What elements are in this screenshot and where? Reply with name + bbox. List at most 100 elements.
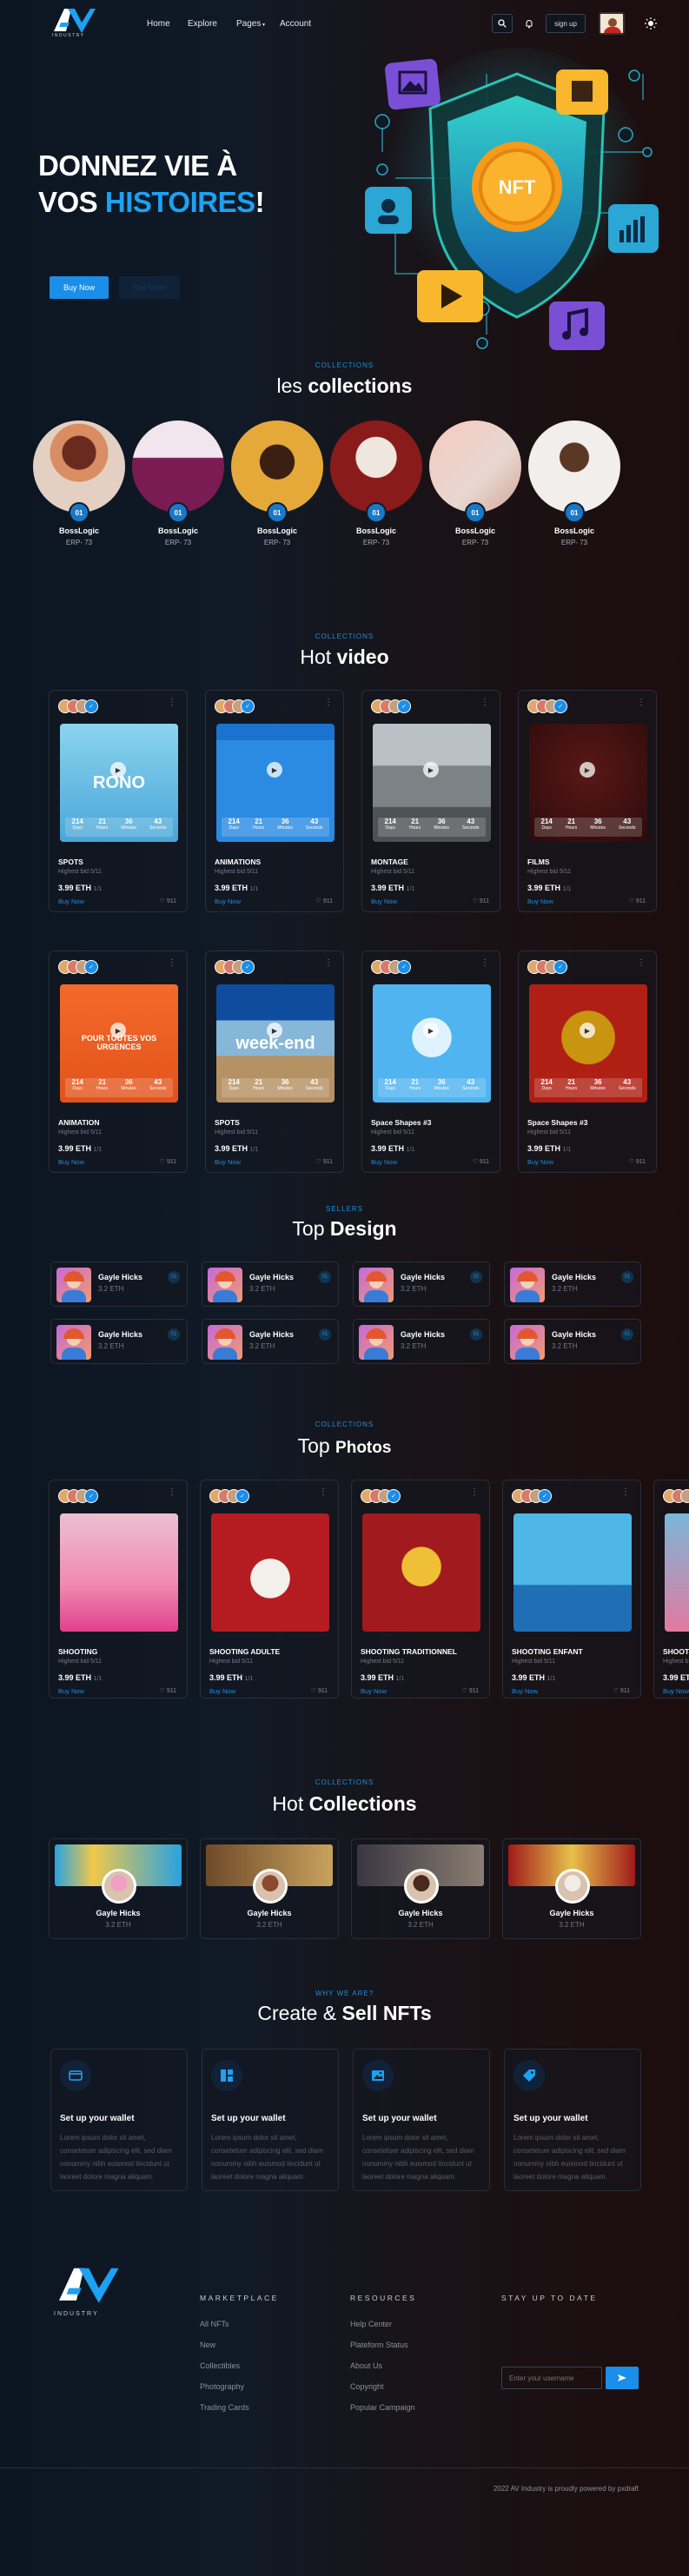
nft-title[interactable]: Space Shapes #3 xyxy=(527,1118,587,1127)
buy-now-link[interactable]: Buy Now xyxy=(58,897,84,905)
nft-thumbnail[interactable]: ▶ 214 Days 21 Hours 36 Minutes 43 Seconds xyxy=(529,984,647,1103)
footer-link[interactable]: Collectibles xyxy=(200,2361,240,2370)
collection-card[interactable]: Gayle Hicks 3.2 ETH xyxy=(200,1838,339,1939)
nft-title[interactable]: ANIMATIONS xyxy=(215,858,261,866)
buy-now-link[interactable]: Buy Now xyxy=(58,1158,84,1166)
play-icon[interactable]: ▶ xyxy=(110,762,126,778)
nft-title[interactable]: SHOOTING ADULTE xyxy=(209,1647,280,1656)
seller-avatar[interactable] xyxy=(208,1268,242,1302)
buy-now-link[interactable]: Buy Now xyxy=(209,1687,235,1695)
nft-card[interactable]: ✓ ⋮ ▶ 214 Days 21 Hours 36 Minutes 43 Seconds FILMS… xyxy=(518,690,657,912)
nft-card[interactable]: ✓ ⋮ ▶ 214 Days 21 Hours 36 Minutes 43 Seconds Space… xyxy=(361,950,500,1173)
nft-title[interactable]: SHOOTING TRADITIONNEL xyxy=(361,1647,457,1656)
seller-avatar[interactable] xyxy=(359,1325,394,1360)
like-button[interactable]: ♡ 911 xyxy=(473,1158,489,1165)
nft-thumbnail[interactable] xyxy=(665,1513,689,1632)
play-icon[interactable]: ▶ xyxy=(267,762,282,778)
like-button[interactable]: ♡ 911 xyxy=(629,1158,646,1165)
nft-card[interactable]: ✓ ⋮ SHOOTING ADULTE Highest bid 5/11 3.99 ET… xyxy=(200,1480,339,1699)
footer-link[interactable]: Trading Cards xyxy=(200,2403,249,2412)
collection-name[interactable]: BossLogic xyxy=(231,526,323,535)
play-icon[interactable]: ▶ xyxy=(580,762,595,778)
footer-link[interactable]: Copyright xyxy=(350,2382,384,2391)
collection-avatar[interactable] xyxy=(429,421,521,513)
nft-card[interactable]: ✓⋮SHOOTINGHighest bid 5/113.99 ETH 1/1Bu… xyxy=(49,1480,188,1699)
play-icon[interactable]: ▶ xyxy=(423,1023,439,1038)
seller-card[interactable]: Gayle Hicks 3.2 ETH 01 xyxy=(504,1262,641,1307)
nft-card[interactable]: ✓ ⋮ RONO ▶ 214 Days 21 Hours 36 Minutes 43 Seconds S… xyxy=(49,690,188,912)
more-options-icon[interactable]: ⋮ xyxy=(168,958,176,968)
nft-card[interactable]: ✓⋮SHOOTINGHighest bid 5/113.99 ETH 1/1Bu… xyxy=(653,1480,689,1699)
seller-card[interactable]: Gayle Hicks 3.2 ETH 01 xyxy=(353,1319,490,1364)
like-button[interactable]: ♡ 911 xyxy=(629,897,646,904)
nft-card[interactable]: ✓ ⋮ POUR TOUTES VOS URGENCES ▶ 214 Days 21 Hour… xyxy=(49,950,188,1173)
nft-thumbnail[interactable]: POUR TOUTES VOS URGENCES ▶ 214 Days 21 Hours 3… xyxy=(60,984,178,1103)
hero-see-more-button[interactable]: See More xyxy=(119,276,180,299)
like-button[interactable]: ♡ 911 xyxy=(316,1158,333,1165)
nav-explore[interactable]: Explore xyxy=(188,19,217,29)
buy-now-link[interactable]: Buy Now xyxy=(512,1687,538,1695)
owner-avatar[interactable] xyxy=(680,1489,689,1503)
nft-card[interactable]: ✓ ⋮ ▶ 214 Days 21 Hours 36 Minutes 43 Seconds Space… xyxy=(518,950,657,1173)
play-icon[interactable]: ▶ xyxy=(110,1023,126,1038)
seller-name[interactable]: Gayle Hicks xyxy=(552,1330,596,1339)
collection-name[interactable]: Gayle Hicks xyxy=(503,1909,640,1917)
footer-link[interactable]: All NFTs xyxy=(200,2320,229,2328)
collection-name[interactable]: Gayle Hicks xyxy=(352,1909,489,1917)
nft-thumbnail[interactable]: week-end ▶ 214 Days 21 Hours 36 Minutes 43 Second… xyxy=(216,984,335,1103)
newsletter-email-input[interactable] xyxy=(501,2367,602,2389)
footer-link[interactable]: Photography xyxy=(200,2382,244,2391)
signup-button[interactable]: sign up xyxy=(546,14,586,33)
footer-link[interactable]: About Us xyxy=(350,2361,382,2370)
more-options-icon[interactable]: ⋮ xyxy=(480,958,489,968)
seller-name[interactable]: Gayle Hicks xyxy=(401,1330,445,1339)
seller-avatar[interactable] xyxy=(56,1268,91,1302)
seller-card[interactable]: Gayle Hicks 3.2 ETH 01 xyxy=(50,1262,188,1307)
seller-name[interactable]: Gayle Hicks xyxy=(98,1330,142,1339)
nft-title[interactable]: SHOOTING xyxy=(58,1647,97,1656)
collection-avatar[interactable] xyxy=(253,1869,288,1904)
newsletter-submit-button[interactable] xyxy=(606,2367,639,2389)
buy-now-link[interactable]: Buy Now xyxy=(215,1158,241,1166)
footer-link[interactable]: Plateform Status xyxy=(350,2341,408,2349)
seller-card[interactable]: Gayle Hicks 3.2 ETH 01 xyxy=(202,1319,339,1364)
nft-thumbnail[interactable]: ▶ 214 Days 21 Hours 36 Minutes 43 Seconds xyxy=(373,984,491,1103)
nft-card[interactable]: ✓ ⋮ SHOOTING TRADITIONNEL Highest bid 5/11 3… xyxy=(351,1480,490,1699)
hero-buy-button[interactable]: Buy Now xyxy=(50,276,109,299)
collection-name[interactable]: Gayle Hicks xyxy=(201,1909,338,1917)
seller-avatar[interactable] xyxy=(359,1268,394,1302)
seller-card[interactable]: Gayle Hicks 3.2 ETH 01 xyxy=(353,1262,490,1307)
more-options-icon[interactable]: ⋮ xyxy=(621,1487,630,1497)
like-button[interactable]: ♡ 911 xyxy=(462,1687,479,1694)
nav-home[interactable]: Home xyxy=(147,19,170,29)
search-button[interactable] xyxy=(492,14,513,33)
seller-name[interactable]: Gayle Hicks xyxy=(249,1273,294,1281)
play-icon[interactable]: ▶ xyxy=(580,1023,595,1038)
more-options-icon[interactable]: ⋮ xyxy=(324,958,333,968)
nft-title[interactable]: MONTAGE xyxy=(371,858,408,866)
nft-card[interactable]: ✓ ⋮ week-end ▶ 214 Days 21 Hours 36 Minutes 43 Seco… xyxy=(205,950,344,1173)
like-button[interactable]: ♡ 911 xyxy=(160,897,176,904)
footer-link[interactable]: Help Center xyxy=(350,2320,392,2328)
seller-card[interactable]: Gayle Hicks 3.2 ETH 01 xyxy=(504,1319,641,1364)
collection-card[interactable]: Gayle Hicks 3.2 ETH xyxy=(49,1838,188,1939)
buy-now-link[interactable]: Buy Now xyxy=(371,1158,397,1166)
seller-avatar[interactable] xyxy=(208,1325,242,1360)
nft-thumbnail[interactable] xyxy=(211,1513,329,1632)
theme-toggle[interactable] xyxy=(643,16,659,31)
collection-name[interactable]: BossLogic xyxy=(132,526,224,535)
collection-card[interactable]: Gayle Hicks 3.2 ETH xyxy=(502,1838,641,1939)
more-options-icon[interactable]: ⋮ xyxy=(637,698,646,707)
nft-card[interactable]: ✓ ⋮ ▶ 214 Days 21 Hours 36 Minutes 43 Seconds MONTA… xyxy=(361,690,500,912)
more-options-icon[interactable]: ⋮ xyxy=(168,1487,176,1497)
more-options-icon[interactable]: ⋮ xyxy=(637,958,646,968)
like-button[interactable]: ♡ 911 xyxy=(160,1158,176,1165)
nft-thumbnail[interactable] xyxy=(60,1513,178,1632)
seller-card[interactable]: Gayle Hicks 3.2 ETH 01 xyxy=(50,1319,188,1364)
nft-thumbnail[interactable] xyxy=(513,1513,632,1632)
more-options-icon[interactable]: ⋮ xyxy=(470,1487,479,1497)
like-button[interactable]: ♡ 911 xyxy=(311,1687,328,1694)
footer-link[interactable]: Popular Campaign xyxy=(350,2403,415,2412)
footer-link[interactable]: New xyxy=(200,2341,215,2349)
nft-thumbnail[interactable]: RONO ▶ 214 Days 21 Hours 36 Minutes 43 Seconds xyxy=(60,724,178,842)
